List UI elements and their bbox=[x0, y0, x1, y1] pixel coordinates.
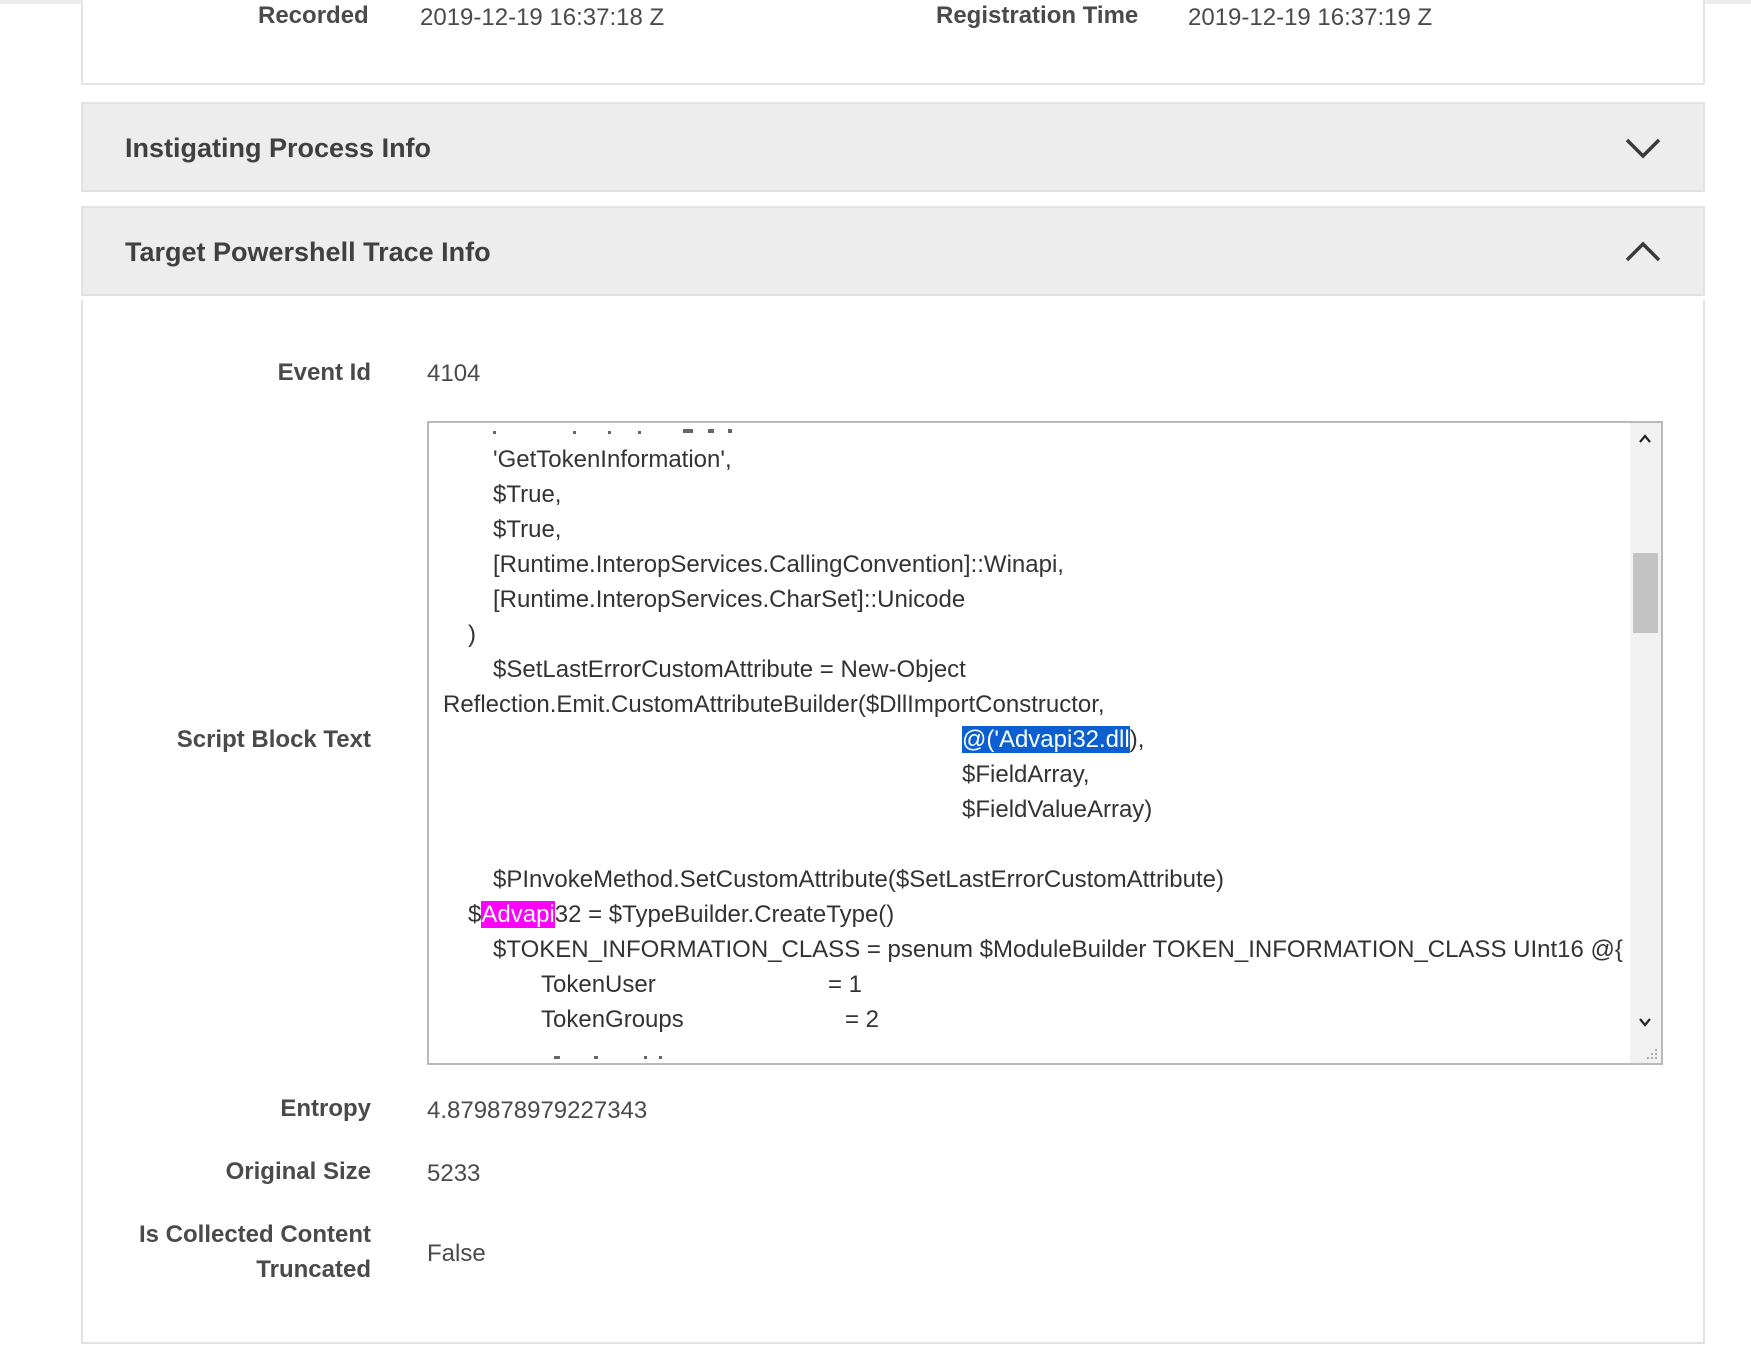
script-block-textarea[interactable]: 'GetTokenInformation', $True, $True, [Ru… bbox=[427, 421, 1663, 1065]
code-line: $SetLastErrorCustomAttribute = New-Objec… bbox=[493, 656, 966, 683]
code-line: $True, bbox=[493, 481, 562, 508]
code-line: TokenUser bbox=[541, 971, 656, 998]
entropy-label: Entropy bbox=[280, 1095, 371, 1122]
event-details-card: Recorded 2019-12-19 16:37:18 Z Registrat… bbox=[81, 0, 1705, 85]
script-block-content[interactable]: 'GetTokenInformation', $True, $True, [Ru… bbox=[429, 423, 1632, 1063]
registration-time-value: 2019-12-19 16:37:19 Z bbox=[1188, 4, 1433, 31]
scroll-up-arrow-icon[interactable] bbox=[1639, 433, 1651, 445]
original-size-value: 5233 bbox=[427, 1160, 481, 1187]
target-powershell-trace-info-header[interactable]: Target Powershell Trace Info bbox=[81, 206, 1705, 296]
instigating-process-info-header[interactable]: Instigating Process Info bbox=[81, 102, 1705, 192]
selection-suffix: ), bbox=[1129, 726, 1145, 753]
original-size-label: Original Size bbox=[225, 1158, 371, 1185]
truncated-label: Truncated bbox=[256, 1256, 371, 1283]
event-id-value: 4104 bbox=[427, 360, 481, 387]
code-line: $True, bbox=[493, 516, 562, 543]
scroll-down-arrow-icon[interactable] bbox=[1639, 1016, 1651, 1028]
target-powershell-trace-info-title: Target Powershell Trace Info bbox=[125, 237, 491, 267]
code-line: = 2 bbox=[845, 1006, 880, 1033]
highlight-suffix: 32 = $TypeBuilder.CreateType() bbox=[554, 901, 895, 928]
selected-text: @('Advapi32.dll bbox=[962, 726, 1130, 753]
script-scrollbar[interactable] bbox=[1630, 423, 1661, 1063]
code-line-highlight: $Advapi32 = $TypeBuilder.CreateType() bbox=[468, 900, 894, 930]
event-id-label: Event Id bbox=[277, 359, 371, 386]
highlight-prefix: $ bbox=[468, 901, 482, 928]
clipped-next-line bbox=[554, 1056, 662, 1059]
instigating-process-info-title: Instigating Process Info bbox=[125, 133, 432, 163]
code-line-selection: @('Advapi32.dll), bbox=[962, 725, 1144, 755]
code-line: $FieldValueArray) bbox=[962, 796, 1153, 823]
search-highlight: Advapi bbox=[481, 901, 555, 928]
resize-grip-icon[interactable] bbox=[1645, 1047, 1659, 1061]
recorded-label: Recorded bbox=[258, 2, 369, 29]
code-line: [Runtime.InteropServices.CharSet]::Unico… bbox=[493, 586, 966, 613]
chevron-up-icon[interactable] bbox=[1623, 238, 1663, 266]
scrollbar-thumb[interactable] bbox=[1633, 553, 1658, 633]
code-line: Reflection.Emit.CustomAttributeBuilder($… bbox=[443, 691, 1105, 718]
code-line: ) bbox=[468, 621, 476, 648]
code-line: TokenGroups bbox=[541, 1006, 684, 1033]
code-line: $PInvokeMethod.SetCustomAttribute($SetLa… bbox=[493, 866, 1224, 893]
chevron-down-icon[interactable] bbox=[1623, 134, 1663, 162]
script-block-text-label: Script Block Text bbox=[176, 726, 371, 753]
code-line: [Runtime.InteropServices.CallingConventi… bbox=[493, 551, 1064, 578]
is-collected-content-label: Is Collected Content bbox=[138, 1221, 371, 1248]
clipped-previous-line bbox=[493, 429, 732, 434]
code-line: 'GetTokenInformation', bbox=[493, 446, 732, 473]
registration-time-label: Registration Time bbox=[936, 2, 1139, 29]
truncated-value: False bbox=[427, 1240, 486, 1267]
code-line: $TOKEN_INFORMATION_CLASS = psenum $Modul… bbox=[493, 936, 1623, 963]
entropy-value: 4.879878979227343 bbox=[427, 1097, 648, 1124]
code-line: $FieldArray, bbox=[962, 761, 1090, 788]
recorded-value: 2019-12-19 16:37:18 Z bbox=[420, 4, 665, 31]
code-line: = 1 bbox=[828, 971, 863, 998]
